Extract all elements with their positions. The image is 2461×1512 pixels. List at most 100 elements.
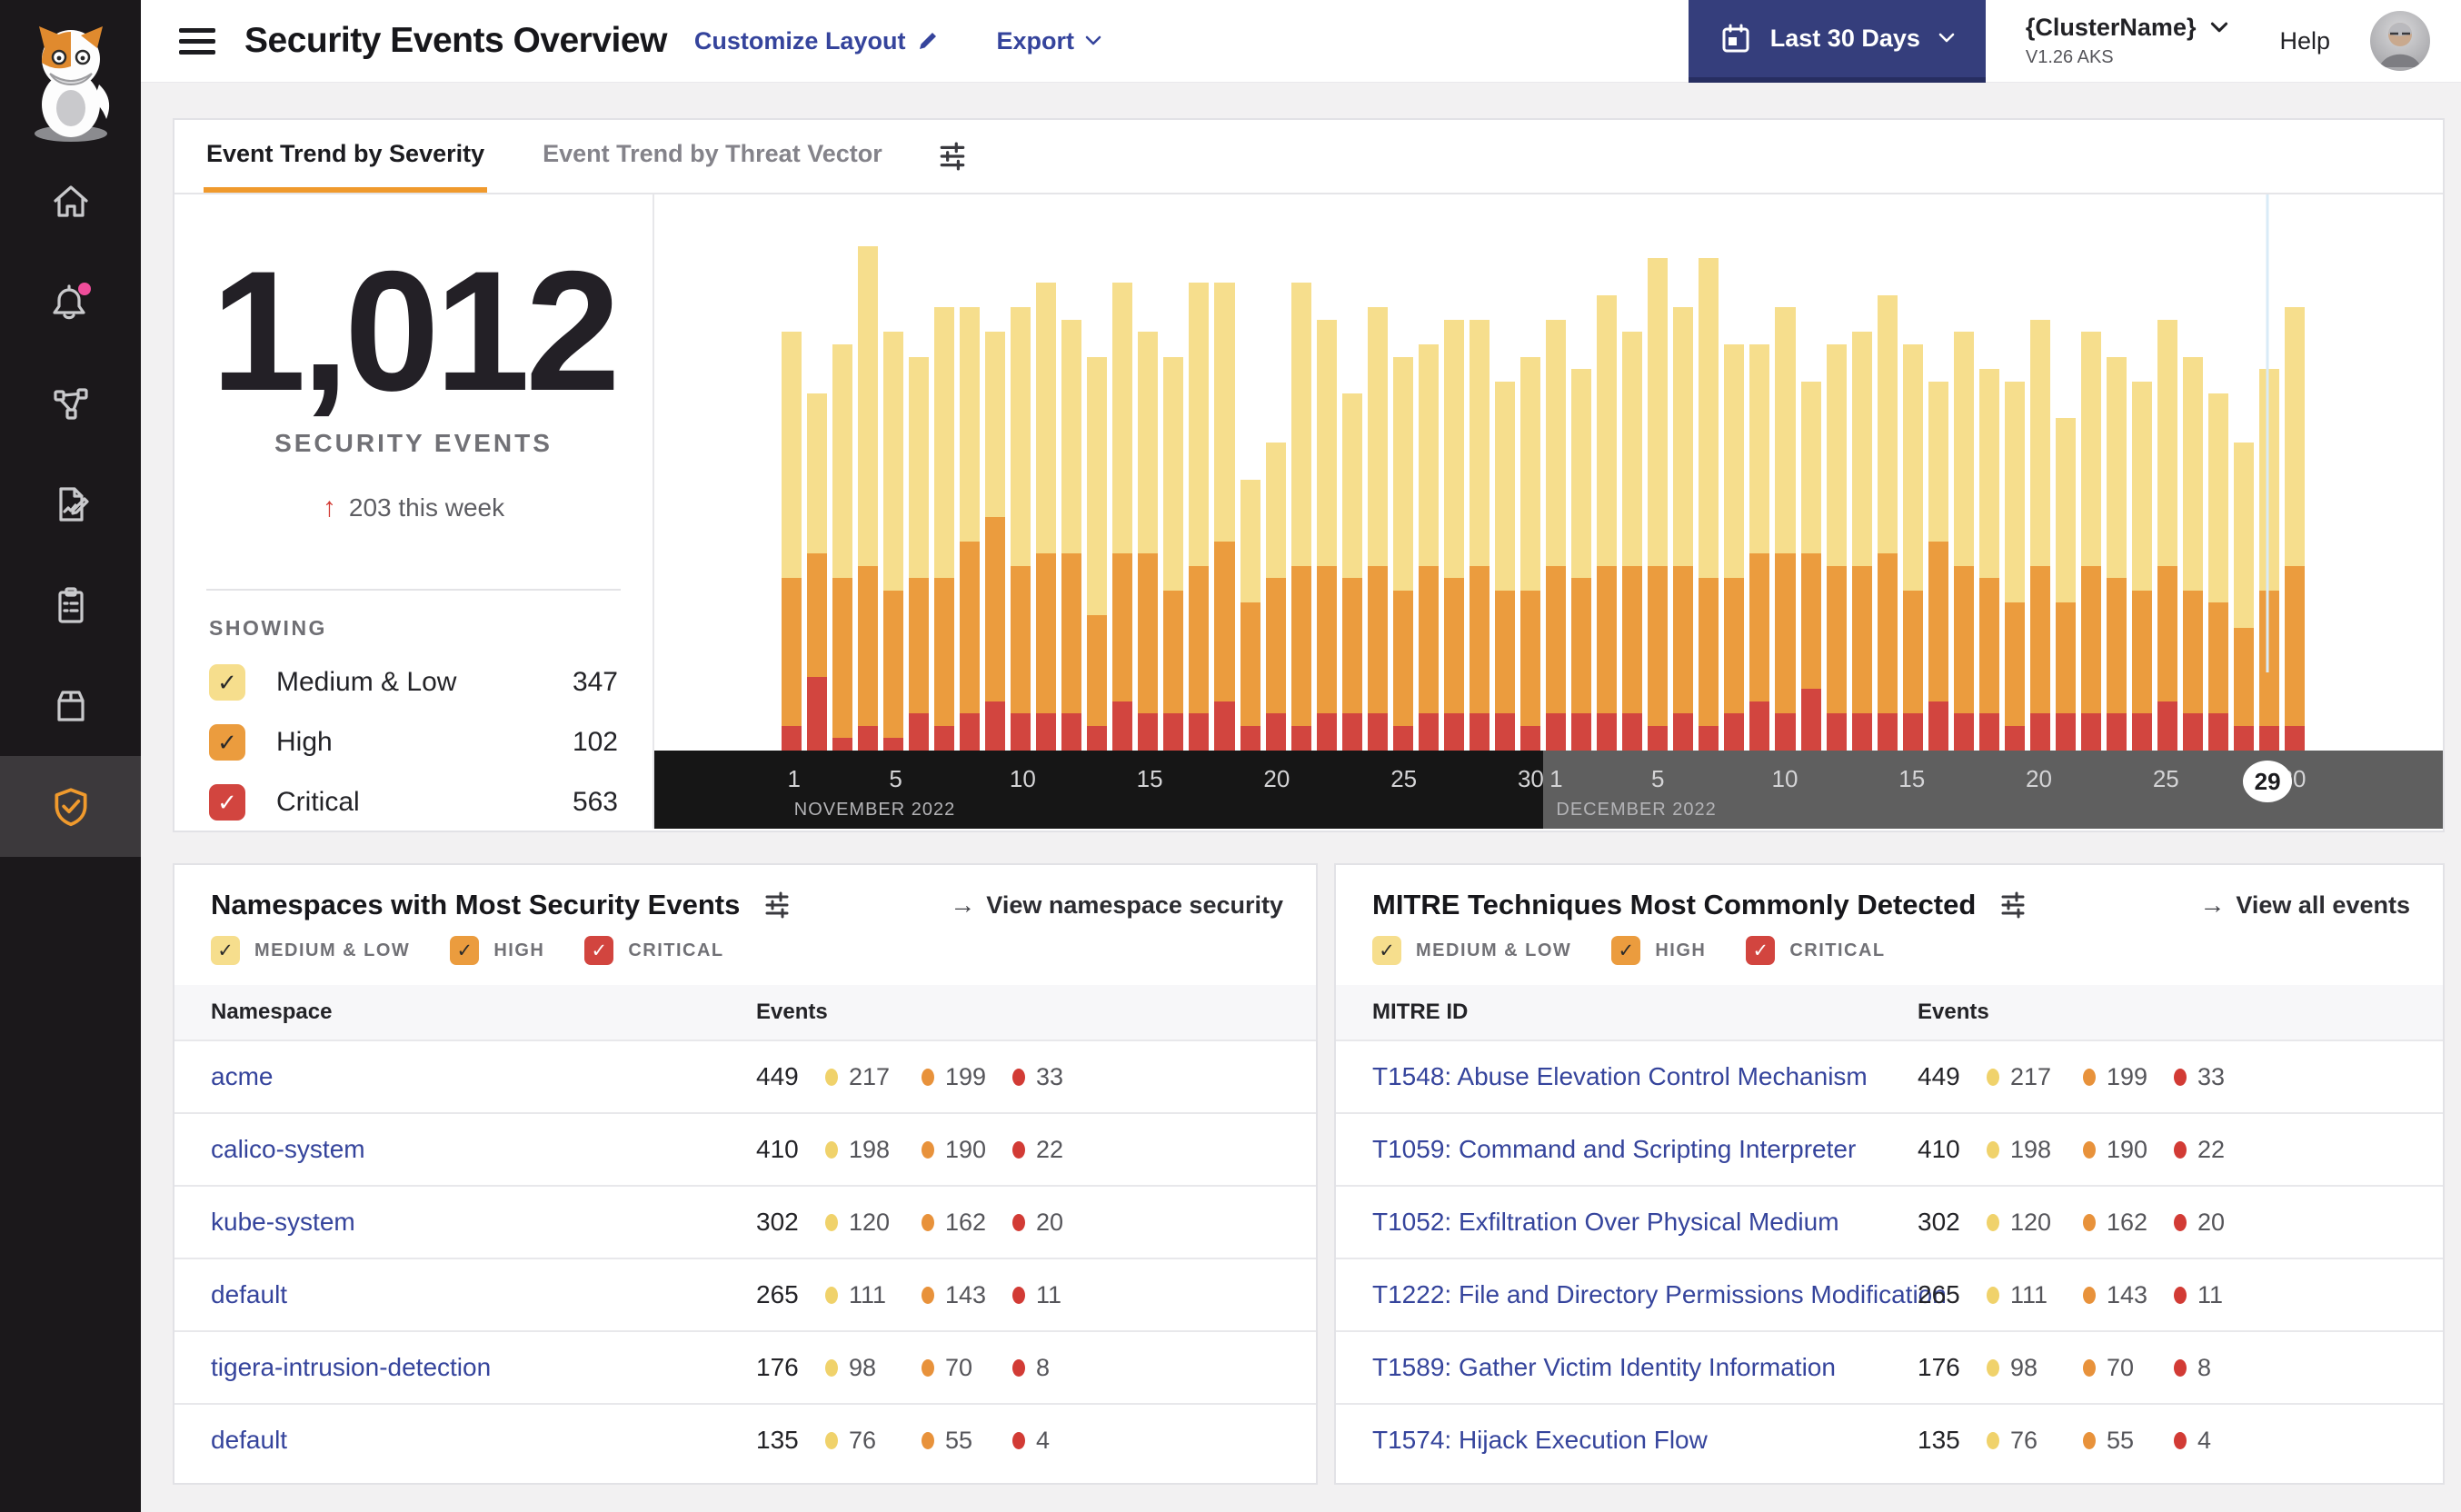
severity-checkbox-critical[interactable]: ✓ [1746, 936, 1776, 965]
view-all-events-link[interactable]: → View all events [2199, 890, 2410, 920]
bar-day-14[interactable] [1112, 209, 1133, 751]
bar-day-11[interactable] [1036, 209, 1057, 751]
bar-day-29[interactable] [1494, 209, 1516, 751]
tab-event-trend-by-severity[interactable]: Event Trend by Severity [204, 120, 488, 193]
row-link[interactable]: T1548: Abuse Elevation Control Mechanism [1372, 1062, 1868, 1091]
bar-day-5[interactable] [882, 209, 903, 751]
bar-day-6[interactable] [908, 209, 929, 751]
severity-checkbox-medium_low[interactable]: ✓ [211, 936, 240, 965]
severity-checkbox-high[interactable]: ✓ [209, 724, 245, 761]
bar-day-35[interactable] [1648, 209, 1669, 751]
bar-day-41[interactable] [1800, 209, 1821, 751]
bar-day-25[interactable] [1392, 209, 1413, 751]
sidebar-item-compliance[interactable] [0, 554, 141, 655]
bar-day-40[interactable] [1775, 209, 1796, 751]
severity-filter-row-high[interactable]: ✓ High 102 [209, 724, 618, 761]
bar-day-31[interactable] [1546, 209, 1567, 751]
bar-day-53[interactable] [2107, 209, 2127, 751]
cluster-selector[interactable]: {ClusterName} V1.26 AKS [2026, 14, 2229, 68]
bar-day-3[interactable] [832, 209, 852, 751]
sidebar-item-reports[interactable] [0, 453, 141, 554]
bar-day-54[interactable] [2132, 209, 2153, 751]
bar-day-2[interactable] [806, 209, 827, 751]
severity-chip-medium_low[interactable]: ✓ MEDIUM & LOW [1372, 936, 1571, 965]
bar-day-59[interactable] [2259, 209, 2280, 751]
sidebar-item-alerts[interactable] [0, 252, 141, 353]
calico-cat-logo[interactable] [23, 15, 119, 151]
bar-day-30[interactable] [1520, 209, 1541, 751]
bar-day-15[interactable] [1138, 209, 1159, 751]
sidebar-item-workloads[interactable] [0, 655, 141, 756]
bar-day-46[interactable] [1928, 209, 1948, 751]
bar-day-9[interactable] [985, 209, 1006, 751]
date-range-button[interactable]: Last 30 Days [1688, 0, 1986, 83]
panel-filter-settings-icon[interactable] [1999, 891, 2027, 919]
sidebar-item-security-events[interactable] [0, 756, 141, 857]
row-link[interactable]: default [211, 1426, 287, 1455]
row-link[interactable]: T1052: Exfiltration Over Physical Medium [1372, 1208, 1839, 1237]
tab-event-trend-by-threat-vector[interactable]: Event Trend by Threat Vector [540, 120, 885, 193]
bar-day-4[interactable] [857, 209, 878, 751]
bar-day-43[interactable] [1851, 209, 1872, 751]
severity-chip-critical[interactable]: ✓ CRITICAL [584, 936, 723, 965]
bar-day-21[interactable] [1290, 209, 1311, 751]
bar-day-17[interactable] [1189, 209, 1210, 751]
help-link[interactable]: Help [2279, 27, 2330, 55]
bar-day-12[interactable] [1061, 209, 1082, 751]
bar-day-50[interactable] [2029, 209, 2050, 751]
bar-day-28[interactable] [1469, 209, 1490, 751]
selected-day-badge[interactable]: 29 [2243, 761, 2293, 802]
row-link[interactable]: T1574: Hijack Execution Flow [1372, 1426, 1708, 1455]
bar-day-48[interactable] [1978, 209, 1999, 751]
bar-day-19[interactable] [1240, 209, 1260, 751]
bar-day-42[interactable] [1826, 209, 1847, 751]
bar-day-24[interactable] [1367, 209, 1388, 751]
bar-day-44[interactable] [1877, 209, 1898, 751]
bar-day-16[interactable] [1163, 209, 1184, 751]
bar-day-38[interactable] [1724, 209, 1745, 751]
user-avatar[interactable] [2370, 11, 2430, 71]
customize-layout-button[interactable]: Customize Layout [694, 27, 941, 55]
bar-day-18[interactable] [1214, 209, 1235, 751]
bar-day-20[interactable] [1265, 209, 1286, 751]
severity-checkbox-medium_low[interactable]: ✓ [1372, 936, 1401, 965]
row-link[interactable]: acme [211, 1062, 273, 1091]
bar-day-55[interactable] [2157, 209, 2178, 751]
bar-day-32[interactable] [1571, 209, 1592, 751]
severity-checkbox-high[interactable]: ✓ [1611, 936, 1641, 965]
row-link[interactable]: T1589: Gather Victim Identity Informatio… [1372, 1353, 1836, 1382]
row-link[interactable]: calico-system [211, 1135, 365, 1164]
bar-day-10[interactable] [1011, 209, 1031, 751]
bar-day-49[interactable] [2004, 209, 2025, 751]
chart-x-axis[interactable]: 1 5 10 15 20 25 30 NOVEMBER 2022 1 5 10 15 20 25 30 DEC… [654, 751, 2443, 829]
severity-chip-medium_low[interactable]: ✓ MEDIUM & LOW [211, 936, 410, 965]
row-link[interactable]: default [211, 1280, 287, 1309]
bar-day-13[interactable] [1087, 209, 1108, 751]
chart-filter-settings-icon[interactable] [938, 142, 967, 171]
severity-chip-high[interactable]: ✓ HIGH [1611, 936, 1706, 965]
bar-day-52[interactable] [2081, 209, 2102, 751]
hamburger-menu-icon[interactable] [179, 22, 215, 61]
severity-checkbox-critical[interactable]: ✓ [584, 936, 614, 965]
row-link[interactable]: T1222: File and Directory Permissions Mo… [1372, 1280, 1947, 1309]
severity-filter-row-critical[interactable]: ✓ Critical 563 [209, 784, 618, 821]
bar-day-58[interactable] [2234, 209, 2255, 751]
export-button[interactable]: Export [996, 27, 1101, 55]
bar-day-60[interactable] [2285, 209, 2306, 751]
panel-filter-settings-icon[interactable] [763, 891, 791, 919]
severity-checkbox-high[interactable]: ✓ [450, 936, 480, 965]
bar-day-37[interactable] [1699, 209, 1719, 751]
bar-day-33[interactable] [1597, 209, 1618, 751]
bar-day-23[interactable] [1341, 209, 1362, 751]
bar-day-45[interactable] [1902, 209, 1923, 751]
bar-day-51[interactable] [2055, 209, 2077, 751]
severity-checkbox-critical[interactable]: ✓ [209, 784, 245, 821]
row-link[interactable]: tigera-intrusion-detection [211, 1353, 491, 1382]
severity-checkbox-medium_low[interactable]: ✓ [209, 664, 245, 701]
bar-day-27[interactable] [1443, 209, 1464, 751]
sidebar-item-service-graph[interactable] [0, 353, 141, 453]
bar-day-56[interactable] [2183, 209, 2204, 751]
severity-filter-row-medium_low[interactable]: ✓ Medium & Low 347 [209, 664, 618, 701]
bar-day-47[interactable] [1953, 209, 1974, 751]
row-link[interactable]: kube-system [211, 1208, 355, 1237]
